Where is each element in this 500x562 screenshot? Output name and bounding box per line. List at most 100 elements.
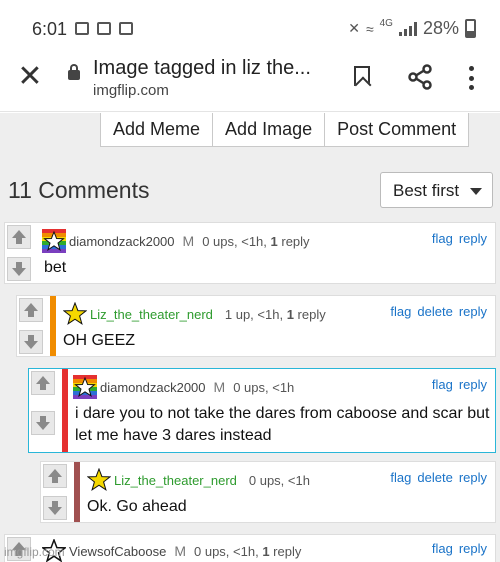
reply-link[interactable]: reply	[459, 304, 487, 319]
lock-icon	[68, 64, 80, 80]
sort-selected-value: Best first	[393, 181, 460, 200]
comment-actions: flag delete reply	[390, 470, 487, 485]
comment-accent-bar	[62, 369, 68, 452]
upvote-button[interactable]	[31, 371, 55, 395]
upvote-button[interactable]	[7, 225, 31, 249]
post-comment-button[interactable]: Post Comment	[325, 113, 468, 146]
notification-icons	[75, 22, 133, 35]
network-type: 4G	[379, 18, 393, 29]
action-buttons: Add Meme Add Image Post Comment	[100, 113, 470, 147]
more-options-icon[interactable]	[466, 66, 476, 90]
comment: diamondzack2000 M 0 ups, <1h, 1 reply fl…	[4, 222, 496, 284]
comment-text: bet	[44, 259, 67, 276]
vote-box	[17, 296, 45, 356]
upvote-arrow-icon	[36, 376, 50, 390]
comment-header: Liz_the_theater_nerd 1 up, <1h, 1 reply	[63, 302, 326, 326]
downvote-arrow-icon	[24, 335, 38, 349]
comment-text: OH GEEZ	[63, 332, 136, 349]
comment-accent-bar	[74, 462, 80, 522]
comment-header: Liz_the_theater_nerd 0 ups, <1h	[87, 468, 310, 492]
user-avatar[interactable]	[73, 375, 97, 399]
share-icon[interactable]	[406, 63, 434, 91]
page-title: Image tagged in liz the...	[93, 57, 311, 79]
comment: Liz_the_theater_nerd 0 ups, <1h flag del…	[40, 461, 496, 523]
flag-link[interactable]: flag	[432, 377, 453, 392]
user-avatar[interactable]	[63, 302, 87, 326]
flag-link[interactable]: flag	[390, 470, 411, 485]
bookmark-icon[interactable]	[354, 66, 370, 86]
news-notification-icon	[97, 22, 111, 35]
browser-toolbar: ✕ Image tagged in liz the... imgflip.com	[0, 46, 500, 112]
comment-meta: 0 ups, <1h	[248, 472, 310, 488]
vote-box	[29, 369, 57, 449]
comment-username[interactable]: diamondzack2000	[100, 380, 206, 395]
mute-icon: ✕	[348, 20, 360, 36]
downvote-arrow-icon	[36, 416, 50, 430]
comments-count: 11 Comments	[8, 177, 150, 203]
gallery-notification-icon	[75, 22, 89, 35]
comment-meta: 0 ups, <1h	[233, 379, 295, 395]
user-avatar[interactable]	[42, 229, 66, 253]
downvote-button[interactable]	[43, 496, 67, 520]
vote-box	[5, 223, 33, 283]
flag-link[interactable]: flag	[432, 231, 453, 246]
reply-link[interactable]: reply	[459, 470, 487, 485]
close-icon[interactable]: ✕	[14, 62, 46, 94]
wifi-icon: ≈	[365, 20, 374, 37]
flag-link[interactable]: flag	[390, 304, 411, 319]
comment-text: Ok. Go ahead	[87, 498, 187, 515]
comment-meta: 0 ups, <1h, 1 reply	[202, 233, 310, 249]
comment-actions: flag reply	[432, 541, 487, 556]
status-time: 6:01	[32, 19, 68, 39]
reply-link[interactable]: reply	[459, 541, 487, 556]
vote-box	[41, 462, 69, 522]
upvote-arrow-icon	[24, 303, 38, 317]
sort-select[interactable]: Best first	[380, 172, 493, 208]
comment-meta: 1 up, <1h, 1 reply	[224, 306, 326, 322]
comment-actions: flag reply	[432, 377, 487, 392]
downvote-button[interactable]	[19, 330, 43, 354]
comment-accent-bar	[50, 296, 56, 356]
imgflip-watermark: imgflip.com	[4, 545, 65, 559]
comment: Liz_the_theater_nerd 1 up, <1h, 1 reply …	[16, 295, 496, 357]
upvote-button[interactable]	[43, 464, 67, 488]
dropdown-caret-icon	[470, 188, 482, 195]
reply-link[interactable]: reply	[459, 231, 487, 246]
app-notification-icon	[119, 22, 133, 35]
page-url[interactable]: imgflip.com	[93, 82, 169, 99]
comment: ViewsofCaboose M 0 ups, <1h, 1 reply fla…	[4, 534, 496, 562]
comment-meta: 0 ups, <1h, 1 reply	[194, 543, 302, 559]
comment-username[interactable]: diamondzack2000	[69, 234, 175, 249]
comment: diamondzack2000 M 0 ups, <1h flag reply …	[28, 368, 496, 453]
downvote-button[interactable]	[31, 411, 55, 435]
signal-icon	[398, 21, 417, 36]
comment-header: diamondzack2000 M 0 ups, <1h	[73, 375, 294, 399]
upvote-arrow-icon	[48, 469, 62, 483]
comment-username[interactable]: Liz_the_theater_nerd	[90, 307, 213, 322]
downvote-button[interactable]	[7, 257, 31, 281]
comment-text: i dare you to not take the dares from ca…	[75, 405, 490, 444]
downvote-arrow-icon	[12, 262, 26, 276]
add-meme-button[interactable]: Add Meme	[101, 113, 214, 146]
delete-link[interactable]: delete	[417, 304, 452, 319]
comment-actions: flag reply	[432, 231, 487, 246]
user-badge: M	[213, 379, 226, 395]
user-avatar[interactable]	[87, 468, 111, 492]
battery-icon	[465, 19, 476, 38]
user-badge: M	[182, 233, 195, 249]
add-image-button[interactable]: Add Image	[213, 113, 326, 146]
reply-link[interactable]: reply	[459, 377, 487, 392]
comment-actions: flag delete reply	[390, 304, 487, 319]
comment-username[interactable]: Liz_the_theater_nerd	[114, 473, 237, 488]
flag-link[interactable]: flag	[432, 541, 453, 556]
upvote-button[interactable]	[19, 298, 43, 322]
comment-username[interactable]: ViewsofCaboose	[69, 544, 166, 559]
comment-header: diamondzack2000 M 0 ups, <1h, 1 reply	[42, 229, 310, 253]
system-icons: ✕ ≈ 4G 28%	[348, 18, 476, 39]
status-bar: 6:01 ✕ ≈ 4G 28%	[0, 0, 500, 46]
user-badge: M	[174, 543, 186, 559]
delete-link[interactable]: delete	[417, 470, 452, 485]
comment-header: ViewsofCaboose M 0 ups, <1h, 1 reply	[42, 539, 301, 562]
upvote-arrow-icon	[12, 230, 26, 244]
battery-percent: 28%	[422, 18, 459, 38]
